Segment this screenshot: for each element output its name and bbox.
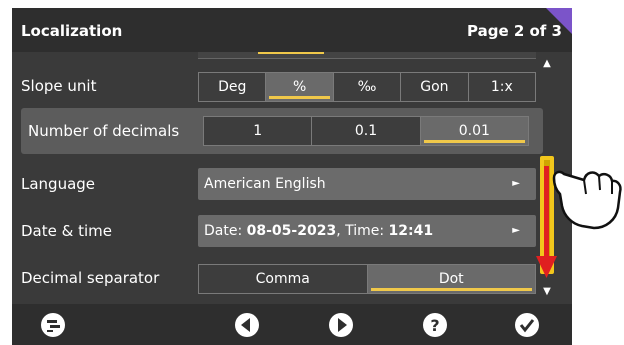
slope-option-ratio[interactable]: 1:x: [469, 73, 535, 101]
slope-option-gon[interactable]: Gon: [401, 73, 469, 101]
language-field[interactable]: American English ►: [198, 168, 536, 200]
datetime-label: Date & time: [21, 222, 112, 240]
decimals-option-1[interactable]: 1: [204, 117, 313, 145]
decimals-label: Number of decimals: [28, 122, 180, 140]
page-title: Localization: [21, 22, 123, 40]
decimals-selector[interactable]: 1 0.1 0.01: [203, 116, 529, 146]
footer-bar: ?: [12, 304, 572, 345]
separator-selector[interactable]: Comma Dot: [198, 264, 536, 294]
datetime-field[interactable]: Date: 08-05-2023 , Time: 12:41 ►: [198, 215, 536, 247]
scroll-down-icon[interactable]: ▼: [542, 286, 552, 297]
row-number-of-decimals: Number of decimals 1 0.1 0.01: [21, 108, 543, 154]
pointing-hand-icon: [552, 170, 622, 230]
datetime-arrow-icon: ►: [512, 225, 520, 236]
partial-row-above: [198, 52, 536, 59]
date-prefix: Date:: [204, 223, 247, 239]
slope-option-percent[interactable]: %: [266, 73, 334, 101]
row-slope-unit: Slope unit Deg % ‰ Gon 1:x: [12, 66, 542, 106]
date-value: 08-05-2023: [246, 223, 337, 239]
slope-unit-selector[interactable]: Deg % ‰ Gon 1:x: [198, 72, 536, 102]
device-screen: Localization Page 2 of 3 Slope unit Deg …: [12, 8, 572, 345]
separator-option-dot[interactable]: Dot: [367, 265, 535, 293]
corner-flag-icon: [546, 8, 572, 34]
next-icon[interactable]: [328, 312, 354, 338]
slope-option-permille[interactable]: ‰: [334, 73, 402, 101]
row-date-time: Date & time Date: 08-05-2023 , Time: 12:…: [12, 211, 542, 251]
language-value: American English: [204, 176, 326, 192]
scroll-up-icon[interactable]: ▲: [542, 58, 552, 69]
header-bar: Localization Page 2 of 3: [12, 8, 572, 52]
language-label: Language: [21, 175, 96, 193]
row-language: Language American English ►: [12, 164, 542, 204]
row-decimal-separator: Decimal separator Comma Dot: [12, 258, 542, 298]
decimals-option-0-1[interactable]: 0.1: [312, 117, 421, 145]
time-prefix: , Time:: [336, 223, 389, 239]
separator-option-comma[interactable]: Comma: [199, 265, 368, 293]
language-arrow-icon: ►: [512, 178, 520, 189]
svg-text:?: ?: [430, 316, 439, 335]
slope-option-deg[interactable]: Deg: [199, 73, 267, 101]
previous-icon[interactable]: [234, 312, 260, 338]
settings-list[interactable]: Slope unit Deg % ‰ Gon 1:x Number of dec…: [12, 52, 572, 304]
time-value: 12:41: [388, 223, 434, 239]
slope-unit-label: Slope unit: [21, 77, 97, 95]
help-icon[interactable]: ?: [422, 312, 448, 338]
decimals-option-0-01[interactable]: 0.01: [420, 117, 528, 145]
confirm-icon[interactable]: [514, 312, 540, 338]
separator-label: Decimal separator: [21, 269, 160, 287]
menu-screen-icon[interactable]: [40, 312, 66, 338]
